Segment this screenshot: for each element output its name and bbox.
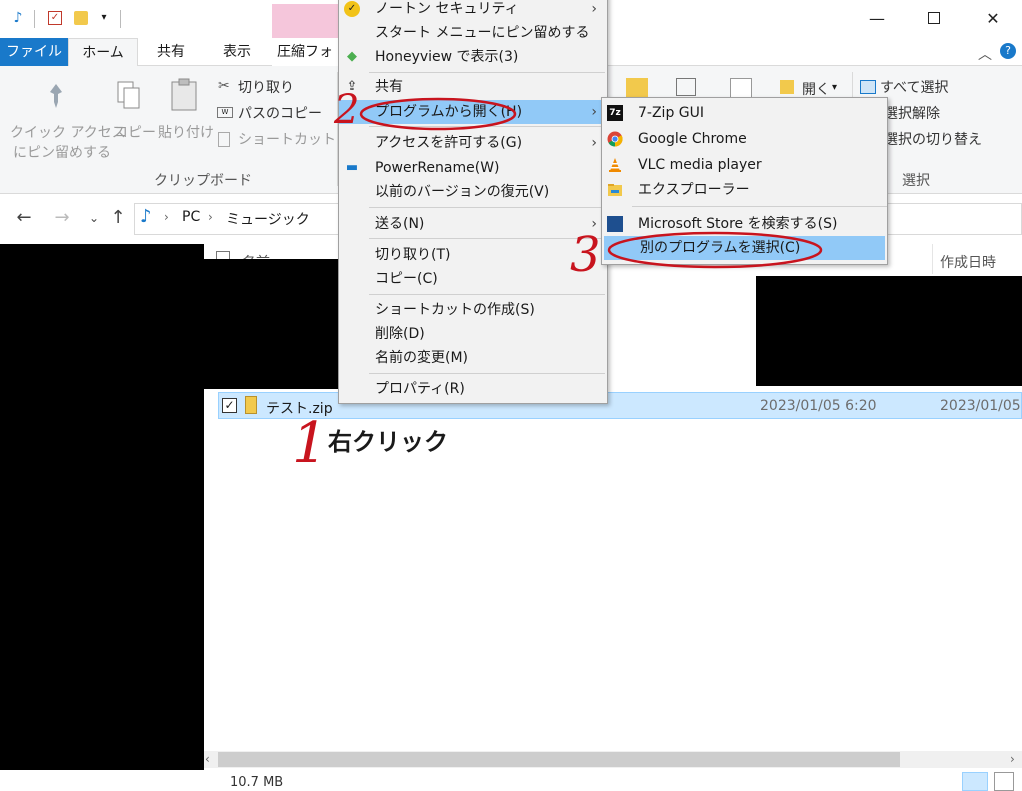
annotation-overlay <box>359 97 823 269</box>
annotation-step-3-number: 3 <box>570 227 601 283</box>
annotation-ellipse-open-with <box>359 97 517 131</box>
annotation-step-2-number: 2 <box>334 87 360 133</box>
annotation-ellipse-choose-program <box>607 231 823 269</box>
